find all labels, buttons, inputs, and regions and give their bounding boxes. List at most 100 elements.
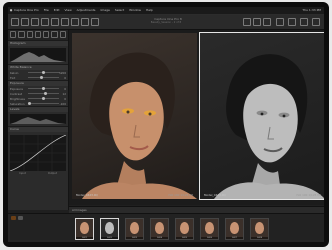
image-meta: ISO 100 1/125 f/8 bbox=[168, 193, 193, 197]
slider-knob[interactable] bbox=[42, 87, 45, 90]
slider-label: Exposure bbox=[10, 86, 23, 91]
local-adjustments-icon[interactable] bbox=[71, 18, 79, 26]
thumbnail-label: 0427 bbox=[226, 237, 243, 239]
metadata-icon[interactable] bbox=[81, 18, 89, 26]
thumbnail-label: 0421 bbox=[76, 237, 93, 239]
tab-color-icon[interactable] bbox=[18, 31, 25, 38]
filmstrip-thumbnail[interactable]: 0427 bbox=[225, 218, 244, 240]
thumbnail-label: 0423 bbox=[126, 237, 143, 239]
filmstrip-thumbnail[interactable]: 0426 bbox=[200, 218, 219, 240]
settings-icon[interactable] bbox=[312, 18, 320, 26]
exposure-icon[interactable] bbox=[41, 18, 49, 26]
curve-output-label: Output bbox=[47, 172, 57, 175]
thumbnail-label: 0422 bbox=[101, 237, 118, 239]
details-icon[interactable] bbox=[61, 18, 69, 26]
menu-window[interactable]: Window bbox=[129, 7, 141, 14]
slider-value[interactable]: 5200 bbox=[59, 71, 66, 75]
tab-meta-icon[interactable] bbox=[51, 31, 58, 38]
kelvin-slider[interactable] bbox=[28, 71, 59, 74]
tab-library-icon[interactable] bbox=[10, 31, 17, 38]
filmstrip-thumbnail[interactable]: 0424 bbox=[150, 218, 169, 240]
thumbnail-image bbox=[230, 222, 239, 234]
crop-tool-icon[interactable] bbox=[253, 18, 261, 26]
thumbnail-image bbox=[80, 222, 89, 234]
menu-file[interactable]: File bbox=[44, 7, 49, 14]
slider-knob[interactable] bbox=[28, 102, 32, 105]
window-subtitle: Beauty_Session - 2 of 8 bbox=[150, 21, 182, 24]
slider-label: Saturation bbox=[10, 101, 25, 106]
output-icon[interactable] bbox=[91, 18, 99, 26]
thumbnail-image bbox=[130, 222, 139, 234]
compare-icon[interactable] bbox=[276, 18, 284, 26]
image-caption: Model_0423.IIQ bbox=[76, 193, 98, 197]
tab-exposure-icon[interactable] bbox=[26, 31, 33, 38]
slider-label: Tint bbox=[10, 75, 16, 80]
slider-knob[interactable] bbox=[42, 71, 45, 74]
slider-knob[interactable] bbox=[44, 92, 48, 95]
menu-select[interactable]: Select bbox=[115, 7, 124, 14]
library-icon[interactable] bbox=[11, 18, 19, 26]
filmstrip-thumbnail[interactable]: 0421 bbox=[75, 218, 94, 240]
filmstrip-thumbnail[interactable]: 0423 bbox=[125, 218, 144, 240]
tab-detail-icon[interactable] bbox=[43, 31, 50, 38]
menu-help[interactable]: Help bbox=[146, 7, 153, 14]
color-icon[interactable] bbox=[31, 18, 39, 26]
filmstrip-filter-icon[interactable] bbox=[18, 216, 23, 220]
portrait-bw-image bbox=[214, 54, 324, 199]
thumbnail-image bbox=[180, 222, 189, 234]
menu-app[interactable]: Capture One Pro bbox=[14, 7, 39, 14]
filmstrip: 0421 0422 0423 0424 0425 0426 0427 0428 bbox=[8, 213, 324, 242]
slider-label: Contrast bbox=[10, 91, 22, 96]
slider-label: Brightness bbox=[10, 96, 25, 101]
tool-panel: Histogram White Balance Kelvin 5200 Tint… bbox=[8, 30, 69, 210]
image-meta: ISO 100 1/125 f/8 bbox=[296, 193, 321, 197]
contrast-slider[interactable] bbox=[28, 92, 59, 95]
filmstrip-label[interactable]: All Images bbox=[72, 208, 87, 212]
slider-value[interactable]: 0 bbox=[59, 87, 66, 91]
thumbnail-image bbox=[155, 222, 164, 234]
histogram bbox=[10, 48, 66, 62]
slider-value[interactable]: 0 bbox=[59, 76, 66, 80]
lens-icon[interactable] bbox=[51, 18, 59, 26]
filmstrip-thumbnail[interactable]: 0422 bbox=[100, 218, 119, 240]
saturation-slider[interactable] bbox=[28, 102, 59, 105]
thumbnail-label: 0424 bbox=[151, 237, 168, 239]
tint-slider[interactable] bbox=[28, 76, 59, 79]
menu-adjustments[interactable]: Adjustments bbox=[77, 7, 96, 14]
filmstrip-star-icon[interactable] bbox=[11, 216, 16, 220]
grid-icon[interactable] bbox=[288, 18, 296, 26]
thumbnail-label: 0426 bbox=[201, 237, 218, 239]
filmstrip-thumbnail[interactable]: 0425 bbox=[175, 218, 194, 240]
slider-value[interactable]: 12 bbox=[59, 92, 66, 96]
section-curve[interactable]: Curve bbox=[8, 126, 68, 132]
slider-knob[interactable] bbox=[40, 76, 44, 79]
viewer-image-bw[interactable]: Model_0423.IIQ ISO 100 1/125 f/8 bbox=[199, 32, 324, 200]
menu-bar: ● Capture One Pro File Edit View Adjustm… bbox=[8, 7, 324, 15]
menu-edit[interactable]: Edit bbox=[54, 7, 60, 14]
pan-tool-icon[interactable] bbox=[243, 18, 251, 26]
slider-value[interactable]: 0 bbox=[59, 97, 66, 101]
histogram-graph bbox=[10, 52, 66, 62]
menu-view[interactable]: View bbox=[65, 7, 72, 14]
tool-tabs bbox=[8, 30, 68, 40]
fullscreen-icon[interactable] bbox=[300, 18, 308, 26]
section-histogram[interactable]: Histogram bbox=[8, 40, 68, 46]
exposure-slider[interactable] bbox=[28, 87, 59, 90]
slider-value[interactable]: -100 bbox=[59, 102, 66, 106]
curve-graph bbox=[9, 134, 67, 172]
tab-output-icon[interactable] bbox=[59, 31, 66, 38]
filmstrip-thumbnail[interactable]: 0428 bbox=[250, 218, 269, 240]
tab-lens-icon[interactable] bbox=[34, 31, 42, 38]
curve-input-label: Input bbox=[19, 172, 26, 175]
capture-icon[interactable] bbox=[21, 18, 29, 26]
menu-image[interactable]: Image bbox=[100, 7, 109, 14]
viewer-image-color[interactable]: Model_0423.IIQ ISO 100 1/125 f/8 bbox=[72, 33, 197, 199]
brightness-slider[interactable] bbox=[28, 97, 59, 100]
curve-editor[interactable] bbox=[9, 134, 67, 172]
section-levels[interactable]: Levels bbox=[8, 106, 68, 112]
thumbnail-image bbox=[205, 222, 214, 234]
image-viewer: Model_0423.IIQ ISO 100 1/125 f/8 Model_0… bbox=[69, 30, 324, 205]
levels-graph[interactable] bbox=[10, 114, 66, 124]
rotate-tool-icon[interactable] bbox=[263, 18, 271, 26]
slider-knob[interactable] bbox=[42, 97, 45, 100]
